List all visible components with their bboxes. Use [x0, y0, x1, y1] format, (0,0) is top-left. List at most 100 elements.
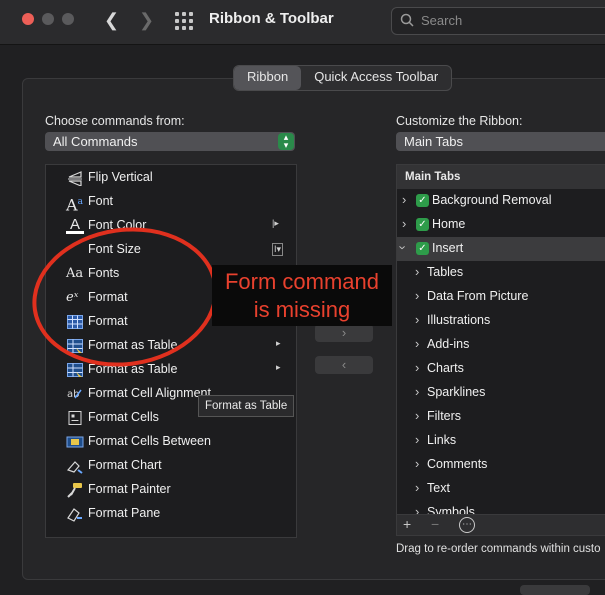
format-cells-icon — [68, 411, 82, 425]
tree-item-label: Filters — [427, 409, 462, 423]
tab-ribbon[interactable]: Ribbon — [234, 66, 302, 90]
window-title: Ribbon & Toolbar — [209, 10, 334, 27]
show-all-grid-icon[interactable] — [175, 12, 193, 30]
format-as-table-icon — [67, 363, 83, 377]
customize-ribbon-label: Customize the Ribbon: — [396, 114, 523, 128]
chevron-right-icon[interactable]: › — [415, 384, 419, 399]
tree-item[interactable]: › ✓ Background Removal — [397, 189, 605, 213]
chevron-right-icon[interactable]: › — [415, 432, 419, 447]
format-pane-icon — [67, 508, 82, 522]
tree-item-label: Links — [427, 433, 457, 447]
remove-tab-button[interactable]: − — [431, 516, 439, 532]
ribbon-tabs-dropdown[interactable]: Main Tabs — [396, 132, 605, 151]
search-field[interactable]: Search — [391, 7, 605, 35]
tree-item[interactable]: › Tables — [397, 261, 605, 285]
chevron-right-icon[interactable]: › — [415, 288, 419, 303]
ribbon-tabs-value: Main Tabs — [404, 134, 464, 149]
chevron-right-icon[interactable]: › — [402, 216, 406, 231]
ribbon-tree[interactable]: Main Tabs › ✓ Background Removal › ✓ Hom… — [396, 164, 605, 516]
list-item[interactable]: Aa Font — [46, 190, 296, 214]
tooltip: Format as Table — [198, 395, 295, 417]
text-field-indicator: I▾ — [272, 243, 284, 256]
tree-item-label: Text — [427, 481, 450, 495]
list-item[interactable]: Format Cells Between — [46, 430, 296, 454]
command-label: Format Chart — [88, 458, 162, 472]
command-label: Font — [88, 194, 114, 208]
zoom-window-button[interactable] — [62, 13, 74, 25]
tree-item[interactable]: › Add-ins — [397, 333, 605, 357]
tree-item-label: Home — [432, 217, 466, 231]
chevron-down-icon[interactable]: › — [397, 245, 411, 249]
command-label: Format Cells — [88, 410, 159, 424]
search-icon — [400, 13, 414, 27]
dropdown-arrows-icon: ▴ ▾ — [278, 133, 294, 150]
choose-commands-label: Choose commands from: — [45, 114, 185, 128]
chevron-right-icon[interactable]: › — [415, 264, 419, 279]
tree-header-label: Main Tabs — [405, 171, 461, 183]
tree-item[interactable]: › Charts — [397, 357, 605, 381]
tree-item-label: Data From Picture — [427, 289, 529, 303]
tree-item[interactable]: › ✓ Home — [397, 213, 605, 237]
back-icon[interactable]: ❮ — [104, 10, 119, 31]
tree-item[interactable]: › Sparklines — [397, 381, 605, 405]
tree-item-label: Add-ins — [427, 337, 470, 351]
chevron-right-icon[interactable]: › — [415, 312, 419, 327]
annotation-text: Form command is missing — [212, 268, 392, 324]
search-placeholder: Search — [421, 13, 463, 28]
list-item[interactable]: Format Pane — [46, 502, 296, 526]
list-item[interactable]: Flip Vertical — [46, 166, 296, 190]
tree-header: Main Tabs — [397, 165, 605, 189]
cells-between-icon — [66, 436, 84, 448]
command-label: Format Cell Alignment — [88, 386, 211, 400]
chevron-right-icon[interactable]: › — [415, 456, 419, 471]
tree-item[interactable]: › Data From Picture — [397, 285, 605, 309]
drag-reorder-hint: Drag to re-order commands within custo — [396, 543, 601, 555]
submenu-indicator: |▸ — [272, 218, 279, 228]
submenu-chevron-icon: ▸ — [276, 362, 281, 372]
format-chart-icon — [66, 461, 83, 474]
title-bar: ❮ ❯ Ribbon & Toolbar Search — [0, 0, 605, 45]
tree-item[interactable]: › Links — [397, 429, 605, 453]
tree-item-label: Sparklines — [427, 385, 486, 399]
tree-item-label: Tables — [427, 265, 464, 279]
checkbox-checked-icon[interactable]: ✓ — [416, 242, 429, 255]
cell-alignment-icon: ab — [67, 389, 82, 400]
partial-button[interactable] — [520, 585, 590, 595]
tree-item[interactable]: › Filters — [397, 405, 605, 429]
more-options-button[interactable]: ⋯ — [459, 517, 475, 533]
tree-item[interactable]: › Comments — [397, 453, 605, 477]
chevron-right-icon[interactable]: › — [415, 336, 419, 351]
tree-toolbar: + − ⋯ — [396, 514, 605, 536]
font-icon: Aa — [66, 195, 83, 215]
tree-item[interactable]: › Illustrations — [397, 309, 605, 333]
commands-source-value: All Commands — [53, 134, 138, 149]
tree-item-label: Illustrations — [427, 313, 491, 327]
chevron-right-icon[interactable]: › — [402, 192, 406, 207]
tree-item-selected[interactable]: › ✓ Insert — [397, 237, 605, 261]
submenu-chevron-icon: ▸ — [276, 338, 281, 348]
commands-source-dropdown[interactable]: All Commands ▴ ▾ — [45, 132, 295, 151]
chevron-right-icon[interactable]: › — [415, 360, 419, 375]
tree-item-label: Background Removal — [432, 193, 552, 207]
checkbox-checked-icon[interactable]: ✓ — [416, 218, 429, 231]
tab-quick-access-toolbar[interactable]: Quick Access Toolbar — [301, 66, 451, 90]
chevron-right-icon[interactable]: › — [415, 480, 419, 495]
flip-vertical-icon — [68, 171, 82, 186]
forward-icon[interactable]: ❯ — [139, 10, 154, 31]
remove-command-button[interactable]: ‹ — [315, 356, 373, 374]
add-command-button[interactable]: › — [315, 324, 373, 342]
tab-control: Ribbon Quick Access Toolbar — [233, 65, 453, 91]
annotation-line-1: Form command — [224, 269, 380, 294]
close-window-button[interactable] — [22, 13, 34, 25]
tree-item-label: Comments — [427, 457, 488, 471]
chevron-right-icon[interactable]: › — [415, 408, 419, 423]
checkbox-checked-icon[interactable]: ✓ — [416, 194, 429, 207]
add-tab-button[interactable]: + — [403, 516, 411, 532]
font-color-icon: A — [66, 217, 84, 234]
list-item[interactable]: Format Painter — [46, 478, 296, 502]
annotation-line-2: is missing — [253, 297, 351, 322]
list-item[interactable]: Format Chart — [46, 454, 296, 478]
minimize-window-button[interactable] — [42, 13, 54, 25]
tree-item[interactable]: › Text — [397, 477, 605, 501]
command-label: Flip Vertical — [88, 170, 153, 184]
